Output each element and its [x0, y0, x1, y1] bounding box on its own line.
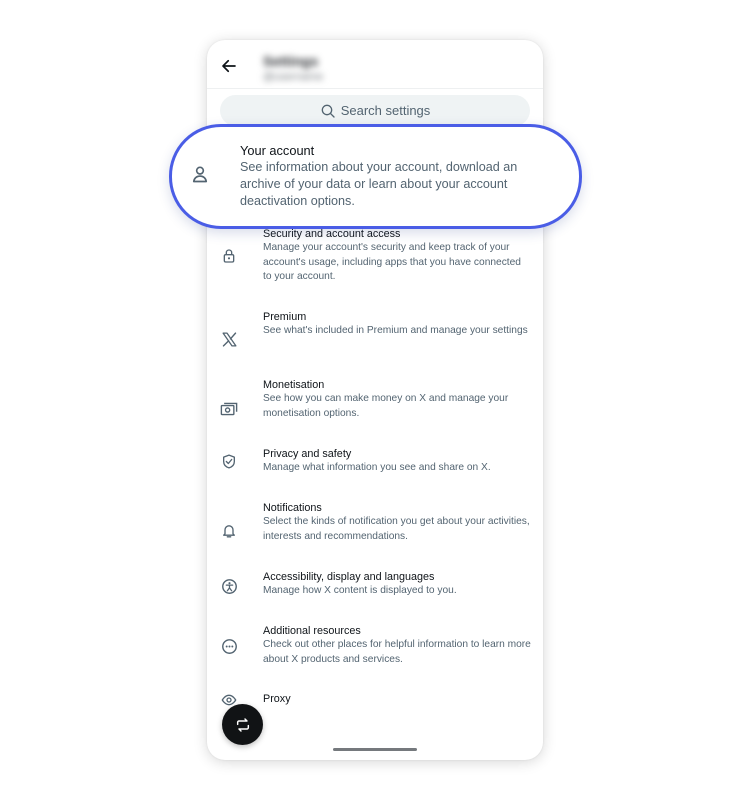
- more-circle-icon: [219, 636, 239, 656]
- page-title: Settings: [263, 53, 319, 69]
- settings-item-title: Security and account access: [263, 228, 401, 240]
- back-arrow-icon: [222, 59, 236, 73]
- settings-item-description: Manage your account's security and keep …: [263, 242, 521, 283]
- settings-item-text: Proxy: [263, 692, 531, 706]
- settings-item-description: See how you can make money on X and mana…: [263, 393, 509, 419]
- search-placeholder: Search settings: [340, 103, 431, 118]
- settings-item-description: Manage what information you see and shar…: [263, 462, 491, 473]
- bell-icon: [219, 520, 239, 540]
- settings-item-text: Privacy and safety Manage what informati…: [263, 447, 531, 476]
- settings-item-description: Check out other places for helpful infor…: [263, 639, 531, 665]
- settings-item-text: Premium See what's included in Premium a…: [263, 310, 531, 339]
- settings-item-title: Notifications: [263, 502, 322, 514]
- account-handle: @username: [263, 71, 324, 83]
- settings-item-your-account[interactable]: Your account See information about your …: [169, 124, 582, 229]
- accessibility-icon: [219, 576, 239, 596]
- settings-item-description: See what's included in Premium and manag…: [263, 325, 528, 336]
- settings-item-title: Privacy and safety: [263, 448, 352, 460]
- settings-item-description: Manage how X content is displayed to you…: [263, 585, 457, 596]
- repost-button[interactable]: [222, 704, 263, 745]
- settings-item-title: Premium: [263, 311, 307, 323]
- settings-item-text: Notifications Select the kinds of notifi…: [263, 501, 531, 544]
- highlighted-item-description: See information about your account, down…: [240, 160, 518, 208]
- x-logo-icon: [219, 329, 239, 349]
- settings-item-text: Accessibility, display and languages Man…: [263, 570, 531, 599]
- settings-item-title: Proxy: [263, 693, 291, 705]
- settings-item-description: Select the kinds of notification you get…: [263, 516, 530, 542]
- home-indicator[interactable]: [333, 748, 417, 751]
- screen: Settings @username Search settings Secur…: [0, 0, 750, 800]
- settings-item-title: Additional resources: [263, 625, 361, 637]
- lock-icon: [219, 246, 239, 266]
- top-bar: Settings @username: [207, 40, 543, 89]
- repost-icon: [236, 717, 249, 732]
- settings-item-title: Monetisation: [263, 379, 325, 391]
- highlighted-item-title: Your account: [240, 143, 315, 158]
- settings-item-text: Additional resources Check out other pla…: [263, 624, 531, 667]
- person-icon: [189, 163, 211, 185]
- settings-item-title: Accessibility, display and languages: [263, 571, 435, 583]
- back-button[interactable]: [219, 56, 239, 76]
- shield-check-icon: [219, 451, 239, 471]
- money-icon: [219, 399, 239, 419]
- highlighted-item-text: Your account See information about your …: [240, 142, 560, 210]
- search-input[interactable]: Search settings: [220, 95, 530, 126]
- settings-item-text: Security and account access Manage your …: [263, 227, 531, 285]
- search-icon: [320, 103, 336, 119]
- settings-item-text: Monetisation See how you can make money …: [263, 378, 531, 421]
